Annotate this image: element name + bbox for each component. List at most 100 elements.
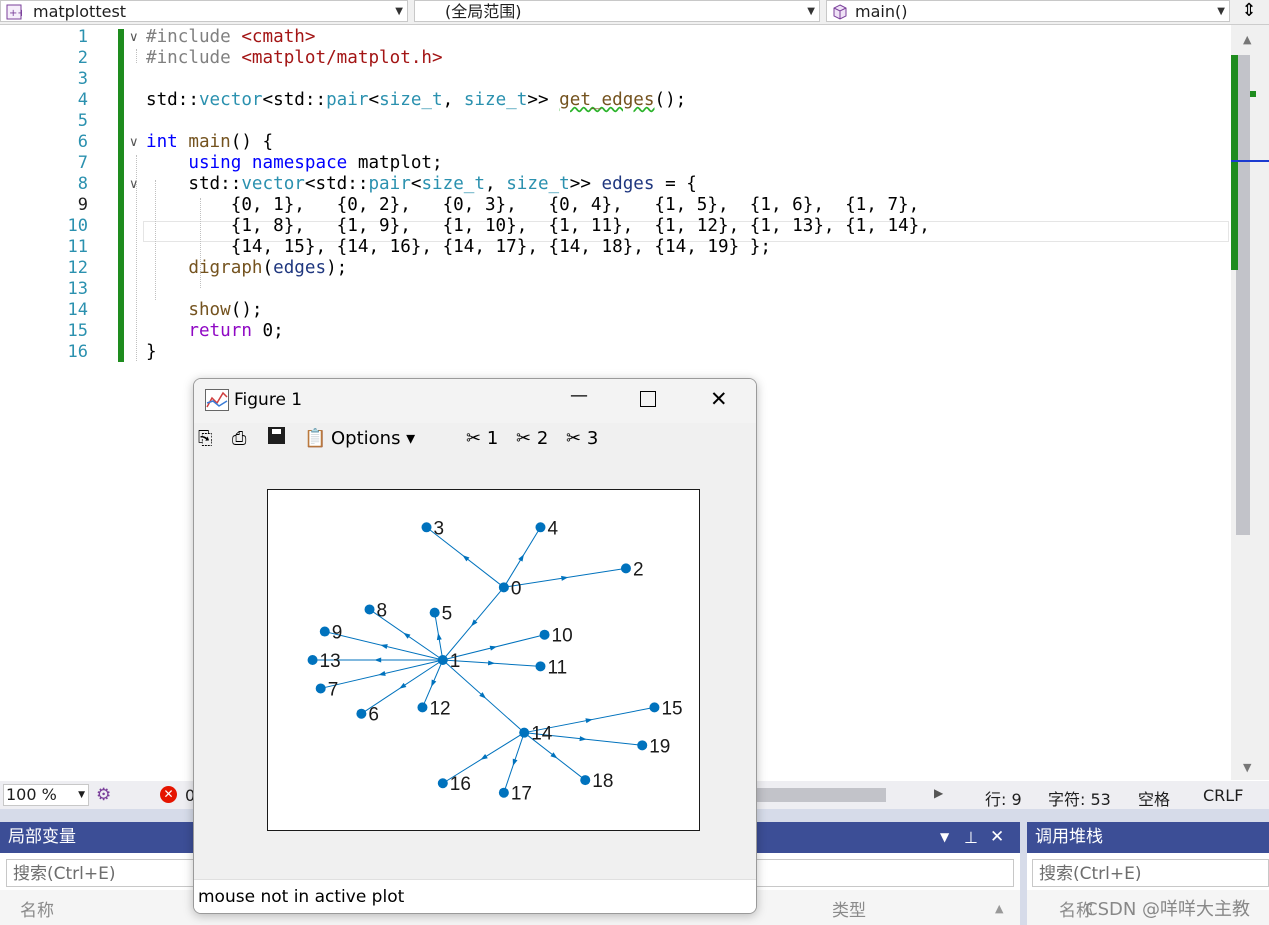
scroll-up-icon[interactable]: ▲ [995,902,1003,915]
graph-node[interactable] [421,522,432,533]
scope-label: (全局范围) [445,2,522,21]
line-number: 6 [77,132,88,152]
column-type-header[interactable]: 类型 [832,896,866,921]
edge-arrow [431,679,437,687]
line-indicator[interactable]: 行: 9 [985,786,1022,810]
graph-node[interactable] [649,702,660,713]
project-dropdown[interactable]: ++ matplottest ▼ [0,0,408,22]
caret-position-marker [1231,160,1269,162]
scissors-3-button[interactable]: ✂ 3 [566,428,598,449]
graph-node[interactable] [535,661,546,672]
char-indicator[interactable]: 字符: 53 [1048,786,1111,810]
locals-panel-title: 局部变量 [8,827,76,847]
graph-node[interactable] [429,607,440,618]
node-label: 3 [434,518,445,539]
graph-node[interactable] [539,629,550,640]
node-label: 2 [633,559,644,580]
graph-node[interactable] [535,522,546,533]
graph-node[interactable] [315,683,326,694]
graph-node[interactable] [437,778,448,789]
close-icon[interactable]: ✕ [990,822,1004,853]
column-name-header[interactable]: 名称 [20,896,54,921]
scroll-thumb[interactable] [1236,55,1250,535]
close-icon[interactable]: ✕ [710,387,728,411]
node-label: 14 [531,724,553,745]
horizontal-scroll-thumb[interactable] [756,788,886,802]
graph-node[interactable] [364,604,375,615]
svg-text:++: ++ [9,8,22,19]
plot-area[interactable]: 0 1 2 3 4 5 6 7 8 9 10 11 12 13 14 15 16 17 18 19 [267,489,700,831]
line-number: 16 [67,342,88,362]
zoom-dropdown[interactable]: 100 % ▼ [3,784,89,806]
digraph-plot[interactable]: 0123 456789 10111213141516 171819 [268,490,699,830]
graph-node[interactable] [307,655,318,665]
node-label: 17 [511,784,532,805]
tool-label: 1 [486,428,499,449]
node-label: 12 [429,698,450,719]
line-number: 11 [67,237,88,257]
scroll-right-icon[interactable]: ▶ [934,786,943,800]
edge-arrow [462,555,470,562]
split-icon[interactable]: ⇕ [1234,0,1264,22]
line-number: 14 [67,300,88,320]
project-icon: ++ [6,4,22,20]
save-icon[interactable] [268,427,285,444]
code-line: return 0; [188,321,284,341]
node-label: 18 [592,771,613,792]
node-label: 13 [320,651,341,672]
graph-node[interactable] [319,626,330,637]
whitespace-indicator[interactable]: 空格 [1138,786,1170,810]
fold-chevron-icon[interactable]: ∨ [129,135,139,150]
edge-arrow [480,753,488,760]
callstack-search-input[interactable]: 搜索(Ctrl+E) [1032,859,1269,887]
node-label: 9 [332,623,343,644]
graph-node[interactable] [580,775,591,786]
clipboard-icon[interactable]: 📋 [304,428,326,449]
line-ending-indicator[interactable]: CRLF [1203,786,1243,805]
options-menu[interactable]: Options ▾ [331,428,415,449]
vertical-scrollbar[interactable]: ▲ ▼ [1231,25,1269,780]
edge-arrow [512,758,518,767]
chevron-down-icon: ▼ [78,790,85,800]
graph-node[interactable] [417,702,428,713]
dropdown-icon[interactable]: ▼ [940,822,949,853]
project-name: matplottest [33,2,127,21]
fold-chevron-icon[interactable]: ∨ [129,177,139,192]
scissors-1-button[interactable]: ✂ 1 [466,428,498,449]
scroll-up-icon[interactable]: ▲ [1243,33,1251,46]
line-number: 9 [77,195,88,215]
figure-title-bar[interactable]: Figure 1 — ✕ [194,379,756,423]
watermark: CSDN @咩咩大主教 [1085,899,1251,920]
print-icon[interactable]: ⎙ [232,428,246,449]
graph-node[interactable] [637,740,648,751]
node-label: 5 [442,604,453,625]
copy-icon[interactable]: ⎘ [198,428,212,449]
function-dropdown[interactable]: main() ▼ [826,0,1230,22]
intellicode-icon[interactable]: ⚙ [96,785,111,805]
line-number: 15 [67,321,88,341]
figure-toolbar: ⎘ ⎙ 📋 Options ▾ ✂ 1 ✂ 2 ✂ 3 [194,423,756,455]
error-icon[interactable]: ✕ [160,786,177,803]
panel-divider[interactable] [1020,809,1027,925]
scope-dropdown[interactable]: (全局范围) ▼ [414,0,820,22]
fold-chevron-icon[interactable]: ∨ [129,30,139,45]
graph-node[interactable] [437,655,448,665]
figure-title: Figure 1 [234,390,303,410]
graph-node[interactable] [519,727,530,738]
graph-node[interactable] [498,787,509,798]
search-placeholder: 搜索(Ctrl+E) [1039,864,1142,884]
scroll-down-icon[interactable]: ▼ [1243,761,1251,774]
edge-arrow [579,736,587,742]
scissors-2-button[interactable]: ✂ 2 [516,428,548,449]
graph-node[interactable] [498,582,509,593]
graph-node[interactable] [356,708,367,719]
figure-window[interactable]: Figure 1 — ✕ ⎘ ⎙ 📋 Options ▾ ✂ 1 ✂ 2 ✂ 3… [193,378,757,914]
maximize-icon[interactable] [640,391,656,407]
callstack-panel-header[interactable]: 调用堆栈 [1027,822,1269,853]
minimize-icon[interactable]: — [570,385,588,406]
node-label: 0 [511,578,522,599]
node-label: 8 [377,600,388,621]
graph-node[interactable] [620,563,631,574]
pin-icon[interactable]: ⊥ [964,822,978,853]
line-number: 12 [67,258,88,278]
